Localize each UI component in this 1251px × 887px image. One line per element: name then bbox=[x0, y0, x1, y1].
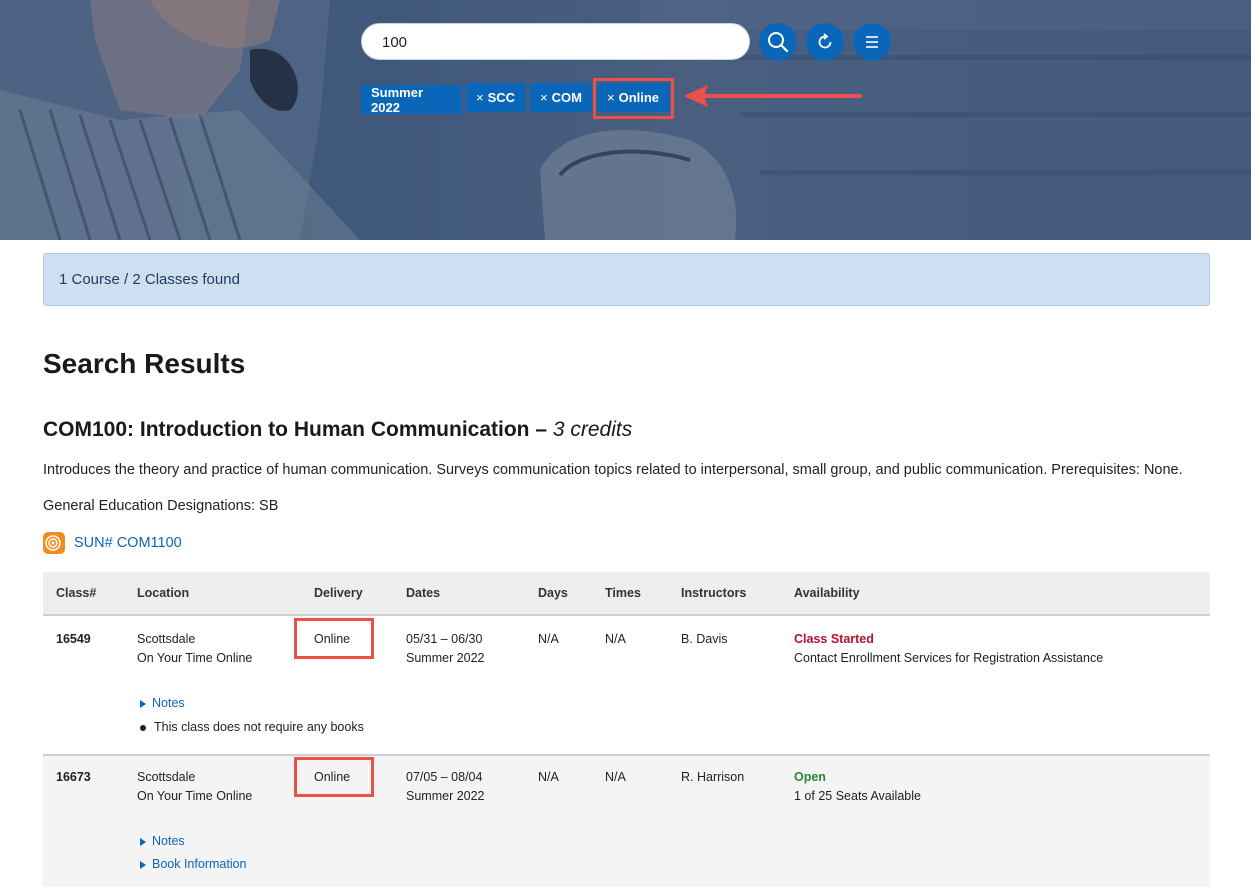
annotation-highlight-box bbox=[294, 618, 374, 659]
filter-chip-scc[interactable]: × SCC bbox=[466, 83, 526, 112]
class-days: N/A bbox=[538, 770, 559, 784]
title-separator: – bbox=[529, 418, 553, 441]
course-title: COM100: Introduction to Human Communicat… bbox=[43, 418, 632, 442]
filter-chip-com[interactable]: × COM bbox=[530, 83, 592, 112]
search-input[interactable] bbox=[380, 24, 724, 61]
date-range: 07/05 – 08/04 bbox=[406, 770, 483, 784]
books-text: This class does not require any books bbox=[154, 720, 364, 734]
annotation-highlight-box bbox=[593, 78, 674, 119]
column-header-location: Location bbox=[137, 586, 190, 600]
filter-chip-term[interactable]: Summer 2022 bbox=[361, 84, 462, 115]
column-header-instructors: Instructors bbox=[681, 586, 747, 600]
course-description: Introduces the theory and practice of hu… bbox=[43, 462, 1183, 478]
class-times: N/A bbox=[605, 770, 626, 784]
book-information-toggle[interactable]: Book Information bbox=[140, 855, 247, 874]
sun-link[interactable]: SUN# COM1100 bbox=[74, 535, 182, 551]
instructor: B. Davis bbox=[681, 632, 728, 646]
class-number: 16673 bbox=[56, 770, 91, 784]
location-detail: On Your Time Online bbox=[137, 789, 253, 803]
term: Summer 2022 bbox=[406, 789, 485, 803]
page-title: Search Results bbox=[43, 348, 246, 379]
notes-label: Notes bbox=[152, 834, 185, 848]
gen-ed-designations: General Education Designations: SB bbox=[43, 498, 279, 514]
books-info: This class does not require any books bbox=[140, 718, 364, 737]
column-header-days: Days bbox=[538, 586, 568, 600]
course-credits: 3 credits bbox=[552, 418, 633, 441]
column-header-dates: Dates bbox=[406, 586, 441, 600]
class-number: 16549 bbox=[56, 632, 91, 646]
search-box bbox=[361, 23, 750, 61]
instructor: R. Harrison bbox=[681, 770, 745, 784]
class-table: Class# Location Delivery Dates Days Time… bbox=[43, 572, 1210, 887]
hero-banner: Summer 2022 × SCC × COM × Online bbox=[0, 0, 1251, 240]
caret-right-icon bbox=[140, 837, 146, 846]
filter-chip-label: COM bbox=[551, 90, 582, 105]
column-header-class-num: Class# bbox=[56, 586, 97, 600]
location-campus: Scottsdale bbox=[137, 770, 196, 784]
column-header-availability: Availability bbox=[794, 586, 860, 600]
close-icon: × bbox=[476, 90, 484, 105]
results-summary: 1 Course / 2 Classes found bbox=[43, 253, 1210, 306]
notes-toggle[interactable]: Notes bbox=[140, 694, 185, 713]
availability-detail: 1 of 25 Seats Available bbox=[794, 789, 921, 803]
annotation-arrow bbox=[684, 85, 862, 107]
reset-button[interactable] bbox=[806, 23, 844, 61]
location: Scottsdale On Your Time Online bbox=[137, 630, 252, 668]
sun-logo-icon bbox=[43, 532, 65, 554]
notes-label: Notes bbox=[152, 696, 185, 710]
course-code-title: COM100: Introduction to Human Communicat… bbox=[43, 418, 530, 441]
location-campus: Scottsdale bbox=[137, 632, 196, 646]
class-dates: 07/05 – 08/04 Summer 2022 bbox=[406, 768, 485, 806]
annotation-highlight-box bbox=[294, 757, 374, 797]
availability: Class Started Contact Enrollment Service… bbox=[794, 630, 1103, 668]
class-dates: 05/31 – 06/30 Summer 2022 bbox=[406, 630, 485, 668]
table-row: 16673 Scottsdale On Your Time Online Onl… bbox=[43, 756, 1210, 887]
location-detail: On Your Time Online bbox=[137, 651, 253, 665]
table-row: 16549 Scottsdale On Your Time Online Onl… bbox=[43, 618, 1210, 756]
search-button[interactable] bbox=[759, 23, 797, 61]
column-header-delivery: Delivery bbox=[314, 586, 363, 600]
caret-right-icon bbox=[140, 860, 146, 869]
filter-chip-label: Summer 2022 bbox=[371, 84, 424, 115]
book-information-label: Book Information bbox=[152, 857, 247, 871]
date-range: 05/31 – 06/30 bbox=[406, 632, 483, 646]
term: Summer 2022 bbox=[406, 651, 485, 665]
class-times: N/A bbox=[605, 632, 626, 646]
location: Scottsdale On Your Time Online bbox=[137, 768, 252, 806]
class-days: N/A bbox=[538, 632, 559, 646]
caret-right-icon bbox=[140, 699, 146, 708]
filter-chip-label: SCC bbox=[487, 90, 516, 105]
table-header: Class# Location Delivery Dates Days Time… bbox=[43, 572, 1210, 616]
availability-status: Open bbox=[794, 770, 826, 784]
availability-status: Class Started bbox=[794, 632, 874, 646]
column-header-times: Times bbox=[605, 586, 641, 600]
availability-detail: Contact Enrollment Services for Registra… bbox=[794, 651, 1104, 665]
sun-link-row: SUN# COM1100 bbox=[43, 532, 182, 554]
bullet-icon bbox=[140, 724, 146, 731]
refresh-icon bbox=[818, 33, 832, 49]
menu-button[interactable] bbox=[853, 23, 891, 61]
notes-toggle[interactable]: Notes bbox=[140, 832, 185, 851]
search-icon bbox=[768, 32, 789, 53]
close-icon: × bbox=[540, 90, 548, 105]
menu-icon bbox=[866, 36, 878, 48]
availability: Open 1 of 25 Seats Available bbox=[794, 768, 921, 806]
